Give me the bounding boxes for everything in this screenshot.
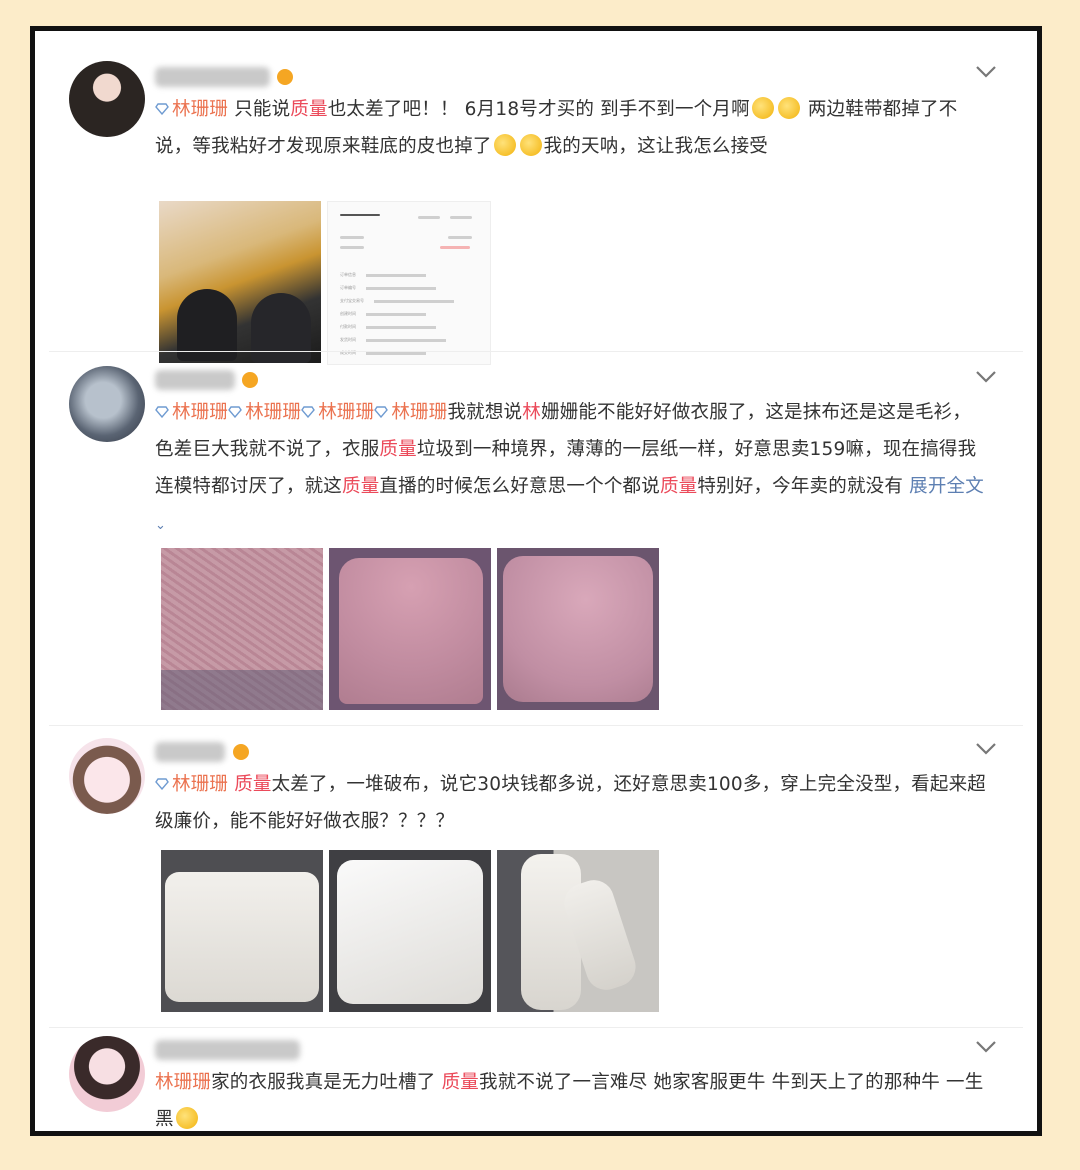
topic-tag-link[interactable]: 林珊珊 [172,402,228,423]
avatar[interactable] [69,738,145,814]
order-info-row: 创建时间 [340,311,426,317]
chevron-down-icon[interactable] [975,63,1001,83]
highlight-keyword: 质量 [290,99,328,120]
pink-sweater-1[interactable] [161,548,323,710]
highlight-keyword: 林 [522,402,541,423]
chevron-down-icon[interactable]: ⌄ [155,518,166,533]
order-info-label: 发货时间 [340,337,356,342]
username-redacted[interactable] [155,67,270,87]
order-info-label: 支付宝交易号 [340,298,364,303]
topic-gem-icon [228,394,242,419]
cry-emoji-icon [751,97,774,119]
highlight-keyword: 质量 [234,774,272,795]
username-redacted[interactable] [155,1040,300,1060]
white-top-1[interactable] [161,850,323,1012]
username-redacted[interactable] [155,370,235,390]
highlight-keyword: 质量 [659,476,698,497]
order-info-row: 发货时间 [340,337,446,343]
topic-tag-link[interactable]: 林珊珊 [172,774,228,795]
comment-text-segment: 直播的时候怎么好意思一个个都说 [379,476,660,497]
avatar[interactable] [69,1036,145,1112]
order-info-label: 创建时间 [340,311,356,316]
shoe-photo[interactable] [159,201,321,363]
comment-text-segment: 家的衣服我真是无力吐槽了 [211,1072,442,1093]
comment-text-segment: 我就想说 [447,402,523,423]
username-redacted[interactable] [155,742,225,762]
comment-text-segment: 也太差了吧！！ 6月18号才买的 到手不到一个月啊 [327,99,750,120]
comment-post-2: 林珊珊 林珊珊 林珊珊 林珊珊我就想说林姗姗能不能好好做衣服了，这是抹布还是这是毛衫，… [49,351,1023,724]
comment-text: 林珊珊 只能说质量也太差了吧！！ 6月18号才买的 到手不到一个月啊 两边鞋带都… [155,91,989,165]
topic-tag-link[interactable]: 林珊珊 [391,402,447,423]
chevron-down-icon[interactable] [975,740,1001,760]
topic-tag-link[interactable]: 林珊珊 [155,1072,211,1093]
chevron-down-icon[interactable] [975,1038,1001,1058]
order-info-label: 订单信息 [340,272,356,277]
comment-text: 林珊珊 质量太差了，一堆破布，说它30块钱都多说，还好意思卖100多，穿上完全没… [155,766,989,840]
pink-sweater-3[interactable] [497,548,659,710]
vip-badge-icon [277,69,293,85]
order-info-label: 订单编号 [340,285,356,290]
comment-text: 林珊珊 林珊珊 林珊珊 林珊珊我就想说林姗姗能不能好好做衣服了，这是抹布还是这是毛衫，… [155,394,989,544]
order-info-label: 付款时间 [340,324,356,329]
expand-full-text-link[interactable]: 展开全文 [909,476,984,497]
comment-text-segment: 只能说 [228,99,291,120]
topic-gem-icon [155,394,169,419]
order-info-row: 订单编号 [340,285,436,291]
comment-text-segment: 我的天呐，这让我怎么接受 [543,136,769,157]
highlight-keyword: 质量 [342,476,380,497]
smirk-emoji-icon [175,1107,198,1129]
avatar[interactable] [69,366,145,442]
cry-emoji-icon [519,134,542,156]
cry-emoji-icon [777,97,800,119]
comment-text-segment: 太差了，一堆破布，说它30块钱都多说，还好意思卖100多，穿上完全没型，看起来超… [155,774,986,832]
topic-tag-link[interactable]: 林珊珊 [172,99,228,120]
order-info-row: 订单信息 [340,272,426,278]
vip-badge-icon [242,372,258,388]
chevron-down-icon[interactable] [975,368,1001,388]
topic-gem-icon [155,91,169,116]
topic-tag-link[interactable]: 林珊珊 [245,402,301,423]
comment-text: 林珊珊家的衣服我真是无力吐槽了 质量我就不说了一言难尽 她家客服更牛 牛到天上了… [155,1064,989,1138]
comment-post-3: 林珊珊 质量太差了，一堆破布，说它30块钱都多说，还好意思卖100多，穿上完全没… [49,725,1023,1026]
vip-badge-icon [233,744,249,760]
white-pants[interactable] [497,850,659,1012]
cry-emoji-icon [493,134,516,156]
highlight-keyword: 质量 [379,439,417,460]
comment-post-4: 林珊珊家的衣服我真是无力吐槽了 质量我就不说了一言难尽 她家客服更牛 牛到天上了… [49,1027,1023,1132]
weibo-comments-frame: 林珊珊 只能说质量也太差了吧！！ 6月18号才买的 到手不到一个月啊 两边鞋带都… [30,26,1042,1136]
comment-post-1: 林珊珊 只能说质量也太差了吧！！ 6月18号才买的 到手不到一个月啊 两边鞋带都… [49,51,1023,365]
avatar[interactable] [69,61,145,137]
order-info-row: 付款时间 [340,324,436,330]
topic-gem-icon [155,766,169,791]
topic-gem-icon [374,394,389,419]
topic-tag-link[interactable]: 林珊珊 [318,402,374,423]
order-info-row: 支付宝交易号 [340,298,454,304]
pink-sweater-2[interactable] [329,548,491,710]
comment-text-segment: 特别好，今年卖的就没有 [697,476,910,497]
highlight-keyword: 质量 [441,1072,479,1093]
topic-gem-icon [301,394,316,419]
white-top-2[interactable] [329,850,491,1012]
order-screenshot[interactable]: 订单信息 订单编号 支付宝交易号 创建时间 付款时间 发货时间 成交时间 [327,201,491,365]
